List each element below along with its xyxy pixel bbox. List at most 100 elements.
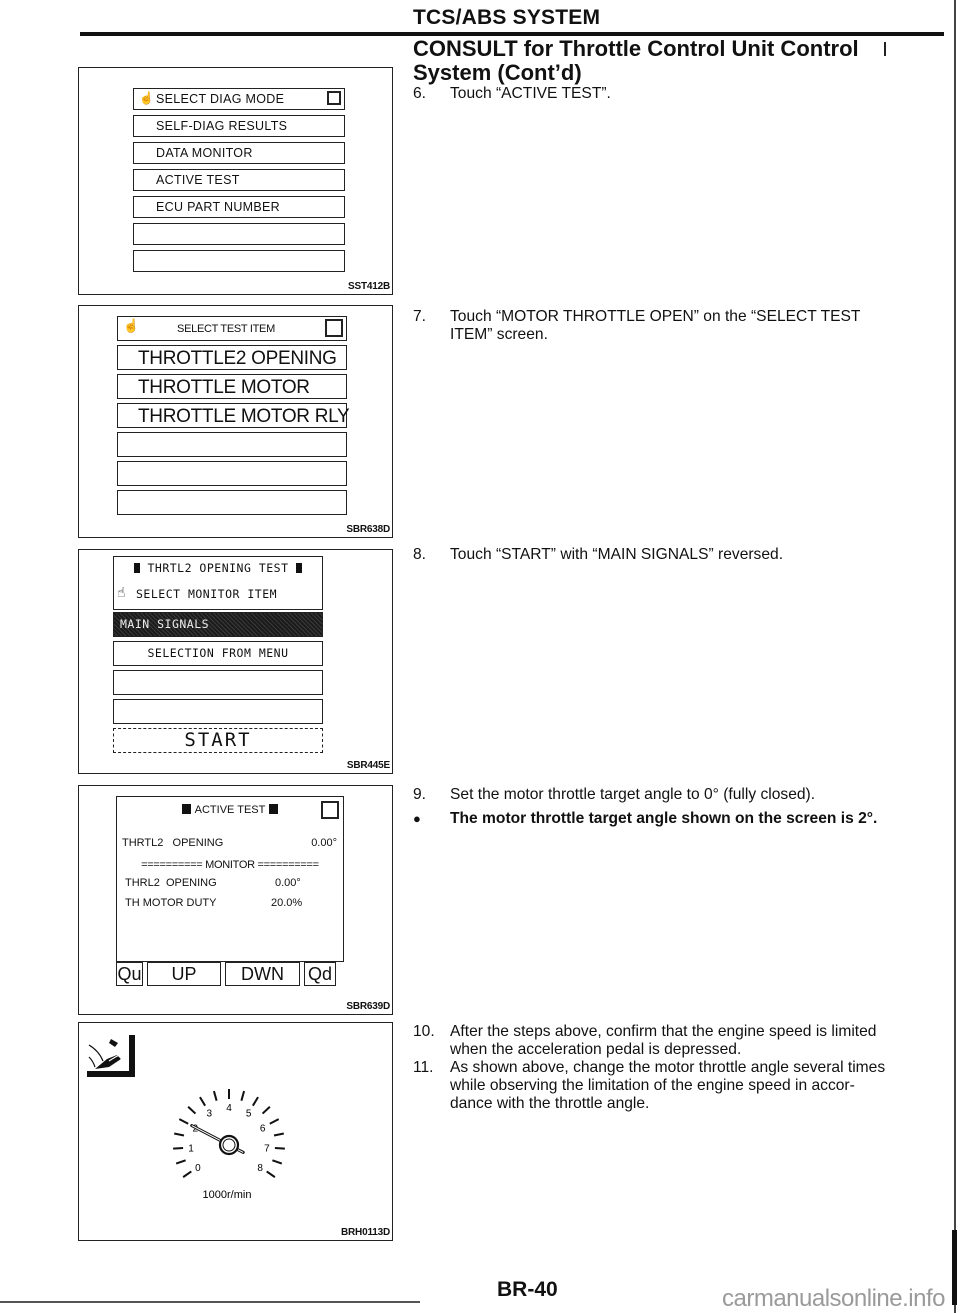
- qd-button[interactable]: Qd: [304, 962, 336, 986]
- test-item-label: THRTL2 OPENING: [122, 837, 224, 849]
- gauge-tick-label: 8: [257, 1163, 263, 1174]
- gauge-tick: [261, 1105, 271, 1115]
- hand-pointer-icon: ☝: [139, 91, 155, 105]
- active-test-buttons: Qu UP DWN Qd: [116, 962, 344, 990]
- figure-monitor-item-select: THRTL2 OPENING TEST ☝ SELECT MONITOR ITE…: [78, 549, 393, 774]
- gauge-tick-label: 1: [188, 1143, 194, 1154]
- menu-item-throttle-motor[interactable]: THROTTLE MOTOR: [117, 374, 347, 399]
- gauge-tick: [274, 1147, 285, 1150]
- gauge-tick-label: 4: [226, 1103, 232, 1114]
- menu-item-empty[interactable]: [117, 432, 347, 457]
- step-number: 11.: [413, 1059, 434, 1076]
- monitor-test-header: THRTL2 OPENING TEST ☝ SELECT MONITOR ITE…: [113, 556, 323, 610]
- menu-item-empty[interactable]: [117, 461, 347, 486]
- step-number: 10.: [413, 1023, 435, 1040]
- gauge-tick: [187, 1105, 197, 1115]
- test-item-menu: ☝ SELECT TEST ITEM THROTTLE2 OPENING THR…: [117, 316, 350, 519]
- step-number: 7.: [413, 308, 427, 325]
- back-box-icon[interactable]: [321, 801, 339, 819]
- step-text: Touch “START” with “MAIN SIGNALS” revers…: [450, 546, 784, 563]
- diag-mode-header: ☝ SELECT DIAG MODE: [133, 88, 345, 110]
- menu-item-throttle2-opening[interactable]: THROTTLE2 OPENING: [117, 345, 347, 370]
- step-text-line: After the steps above, confirm that the …: [450, 1023, 877, 1040]
- diag-mode-header-label: SELECT DIAG MODE: [156, 92, 285, 106]
- bullet-icon: ●: [413, 811, 421, 826]
- back-box-icon[interactable]: [327, 91, 341, 105]
- diag-mode-menu: ☝ SELECT DIAG MODE SELF-DIAG RESULTS DAT…: [133, 88, 345, 277]
- monitor-label: TH MOTOR DUTY: [125, 897, 217, 909]
- menu-item-self-diag-results[interactable]: SELF-DIAG RESULTS: [133, 115, 345, 137]
- figure-active-test: ACTIVE TEST THRTL2 OPENING 0.00° =======…: [78, 785, 393, 1015]
- marker-block-icon: [269, 804, 279, 814]
- figure-code: SBR445E: [346, 760, 390, 771]
- figure-select-diag-mode: ☝ SELECT DIAG MODE SELF-DIAG RESULTS DAT…: [78, 67, 393, 295]
- menu-item-empty[interactable]: [133, 223, 345, 245]
- step-text: As shown above, change the motor throttl…: [450, 1059, 950, 1113]
- step-text: After the steps above, confirm that the …: [450, 1023, 950, 1059]
- subtitle-line-1: CONSULT for Throttle Control Unit Contro…: [413, 36, 859, 61]
- page-edge-mark: [952, 1230, 957, 1305]
- gauge-tick-label: 7: [264, 1143, 270, 1154]
- up-button[interactable]: UP: [147, 962, 221, 986]
- marker-block-icon: [295, 563, 302, 573]
- step-text-line: As shown above, change the motor throttl…: [450, 1059, 886, 1076]
- section-title: TCS/ABS SYSTEM: [413, 6, 601, 29]
- gauge-tick-label: 3: [207, 1109, 213, 1120]
- gauge-tick: [240, 1090, 246, 1101]
- active-test-screen: ACTIVE TEST THRTL2 OPENING 0.00° =======…: [116, 796, 344, 962]
- monitor-row: TH MOTOR DUTY 20.0%: [125, 897, 337, 909]
- down-button[interactable]: DWN: [225, 962, 300, 986]
- menu-item-empty[interactable]: [113, 670, 323, 695]
- gauge-tick: [212, 1090, 218, 1101]
- bottom-rule: [0, 1301, 420, 1303]
- step-text: Touch “ACTIVE TEST”.: [450, 85, 611, 102]
- marker-block-icon: [134, 563, 141, 573]
- figure-code: SBR638D: [346, 524, 390, 535]
- menu-item-selection-from-menu[interactable]: SELECTION FROM MENU: [113, 641, 323, 666]
- active-test-title-row: ACTIVE TEST: [117, 804, 343, 816]
- figure-engine-speed: 012345678 1000r/min BRH0113D: [78, 1022, 393, 1241]
- step-number: 9.: [413, 786, 427, 803]
- gauge-unit-label: 1000r/min: [203, 1189, 252, 1201]
- watermark: carmanualsonline.info: [722, 1285, 945, 1312]
- monitor-value: 20.0%: [271, 897, 303, 909]
- step-text-line: dance with the throttle angle.: [450, 1095, 650, 1112]
- menu-item-empty[interactable]: [117, 490, 347, 515]
- figure-code: BRH0113D: [341, 1227, 390, 1238]
- step-text-line: when the acceleration pedal is depressed…: [450, 1041, 742, 1058]
- hand-pointer-icon: ☝: [117, 585, 126, 601]
- menu-item-active-test[interactable]: ACTIVE TEST: [133, 169, 345, 191]
- gauge-tick: [173, 1147, 184, 1150]
- gauge-tick-label: 0: [195, 1163, 201, 1174]
- menu-item-empty[interactable]: [113, 699, 323, 724]
- menu-item-data-monitor[interactable]: DATA MONITOR: [133, 142, 345, 164]
- step-text-line: while observing the limitation of the en…: [450, 1077, 855, 1094]
- monitor-item-menu: THRTL2 OPENING TEST ☝ SELECT MONITOR ITE…: [113, 556, 323, 753]
- gauge-tick: [252, 1096, 259, 1107]
- back-box-icon[interactable]: [325, 319, 343, 337]
- monitor-row: THRL2 OPENING 0.00°: [125, 877, 337, 889]
- step-text-line: ITEM” screen.: [450, 326, 548, 343]
- test-item-row: THRTL2 OPENING 0.00°: [122, 837, 337, 849]
- menu-item-throttle-motor-rly[interactable]: THROTTLE MOTOR RLY: [117, 403, 350, 428]
- step-number: 6.: [413, 85, 427, 102]
- test-item-value: 0.00°: [311, 837, 337, 849]
- page-subtitle: CONSULT for Throttle Control Unit Contro…: [413, 37, 953, 85]
- step-text: The motor throttle target angle shown on…: [450, 810, 878, 827]
- hand-pointer-icon: ☝: [123, 318, 139, 333]
- menu-item-main-signals[interactable]: MAIN SIGNALS: [113, 612, 323, 637]
- qu-button[interactable]: Qu: [116, 962, 143, 986]
- gauge-tick: [182, 1170, 192, 1178]
- gauge-tick: [273, 1132, 285, 1137]
- menu-item-ecu-part-number[interactable]: ECU PART NUMBER: [133, 196, 345, 218]
- gauge-tick: [173, 1132, 185, 1137]
- monitor-value: 0.00°: [275, 877, 301, 889]
- gauge-tick: [269, 1118, 280, 1125]
- start-button[interactable]: START: [113, 728, 323, 753]
- menu-item-empty[interactable]: [133, 250, 345, 272]
- gauge-tick-label: 5: [246, 1109, 252, 1120]
- tachometer-gauge: 012345678 1000r/min: [173, 1089, 285, 1201]
- gauge-tick: [266, 1170, 276, 1178]
- gauge-tick-label: 6: [260, 1123, 266, 1134]
- active-test-title: ACTIVE TEST: [194, 804, 266, 816]
